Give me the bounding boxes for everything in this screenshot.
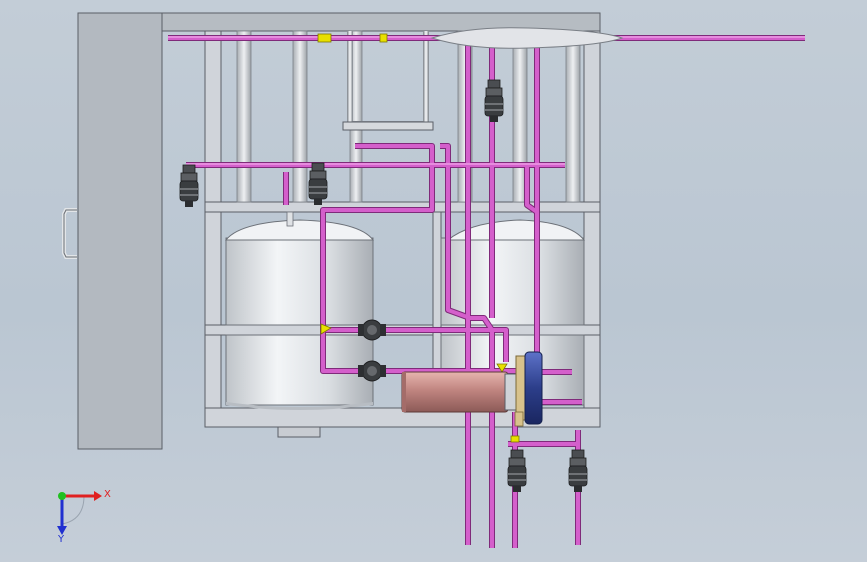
axis-y-dot	[58, 492, 66, 500]
door-handle[interactable]	[62, 208, 77, 259]
base-foot	[277, 426, 321, 438]
flange[interactable]	[510, 435, 520, 443]
diaphragm-valve[interactable]	[507, 449, 527, 492]
diaphragm-valve[interactable]	[568, 449, 588, 492]
frame-post-right	[583, 30, 601, 428]
axis-x-arrow	[94, 491, 102, 501]
heat-exchanger[interactable]	[401, 371, 509, 413]
tank-left[interactable]	[224, 211, 374, 410]
coordinate-triad[interactable]: X Y	[57, 489, 111, 545]
cabinet-side-panel[interactable]	[77, 12, 163, 450]
axis-x-label: X	[104, 489, 111, 500]
bracket-plate	[342, 121, 434, 131]
flange[interactable]	[379, 33, 388, 43]
motor[interactable]	[524, 351, 543, 425]
axis-y-label: Y	[57, 534, 65, 545]
support-pole	[292, 30, 308, 203]
cad-viewport[interactable]: X Y	[0, 0, 867, 562]
flange[interactable]	[317, 33, 332, 43]
support-pole	[236, 30, 252, 203]
triad-arc	[61, 495, 85, 525]
diaphragm-valve[interactable]	[179, 164, 199, 207]
diaphragm-valve[interactable]	[484, 79, 504, 122]
diaphragm-valve[interactable]	[308, 162, 328, 205]
support-pole	[565, 30, 581, 203]
frame-post-left	[204, 30, 222, 428]
